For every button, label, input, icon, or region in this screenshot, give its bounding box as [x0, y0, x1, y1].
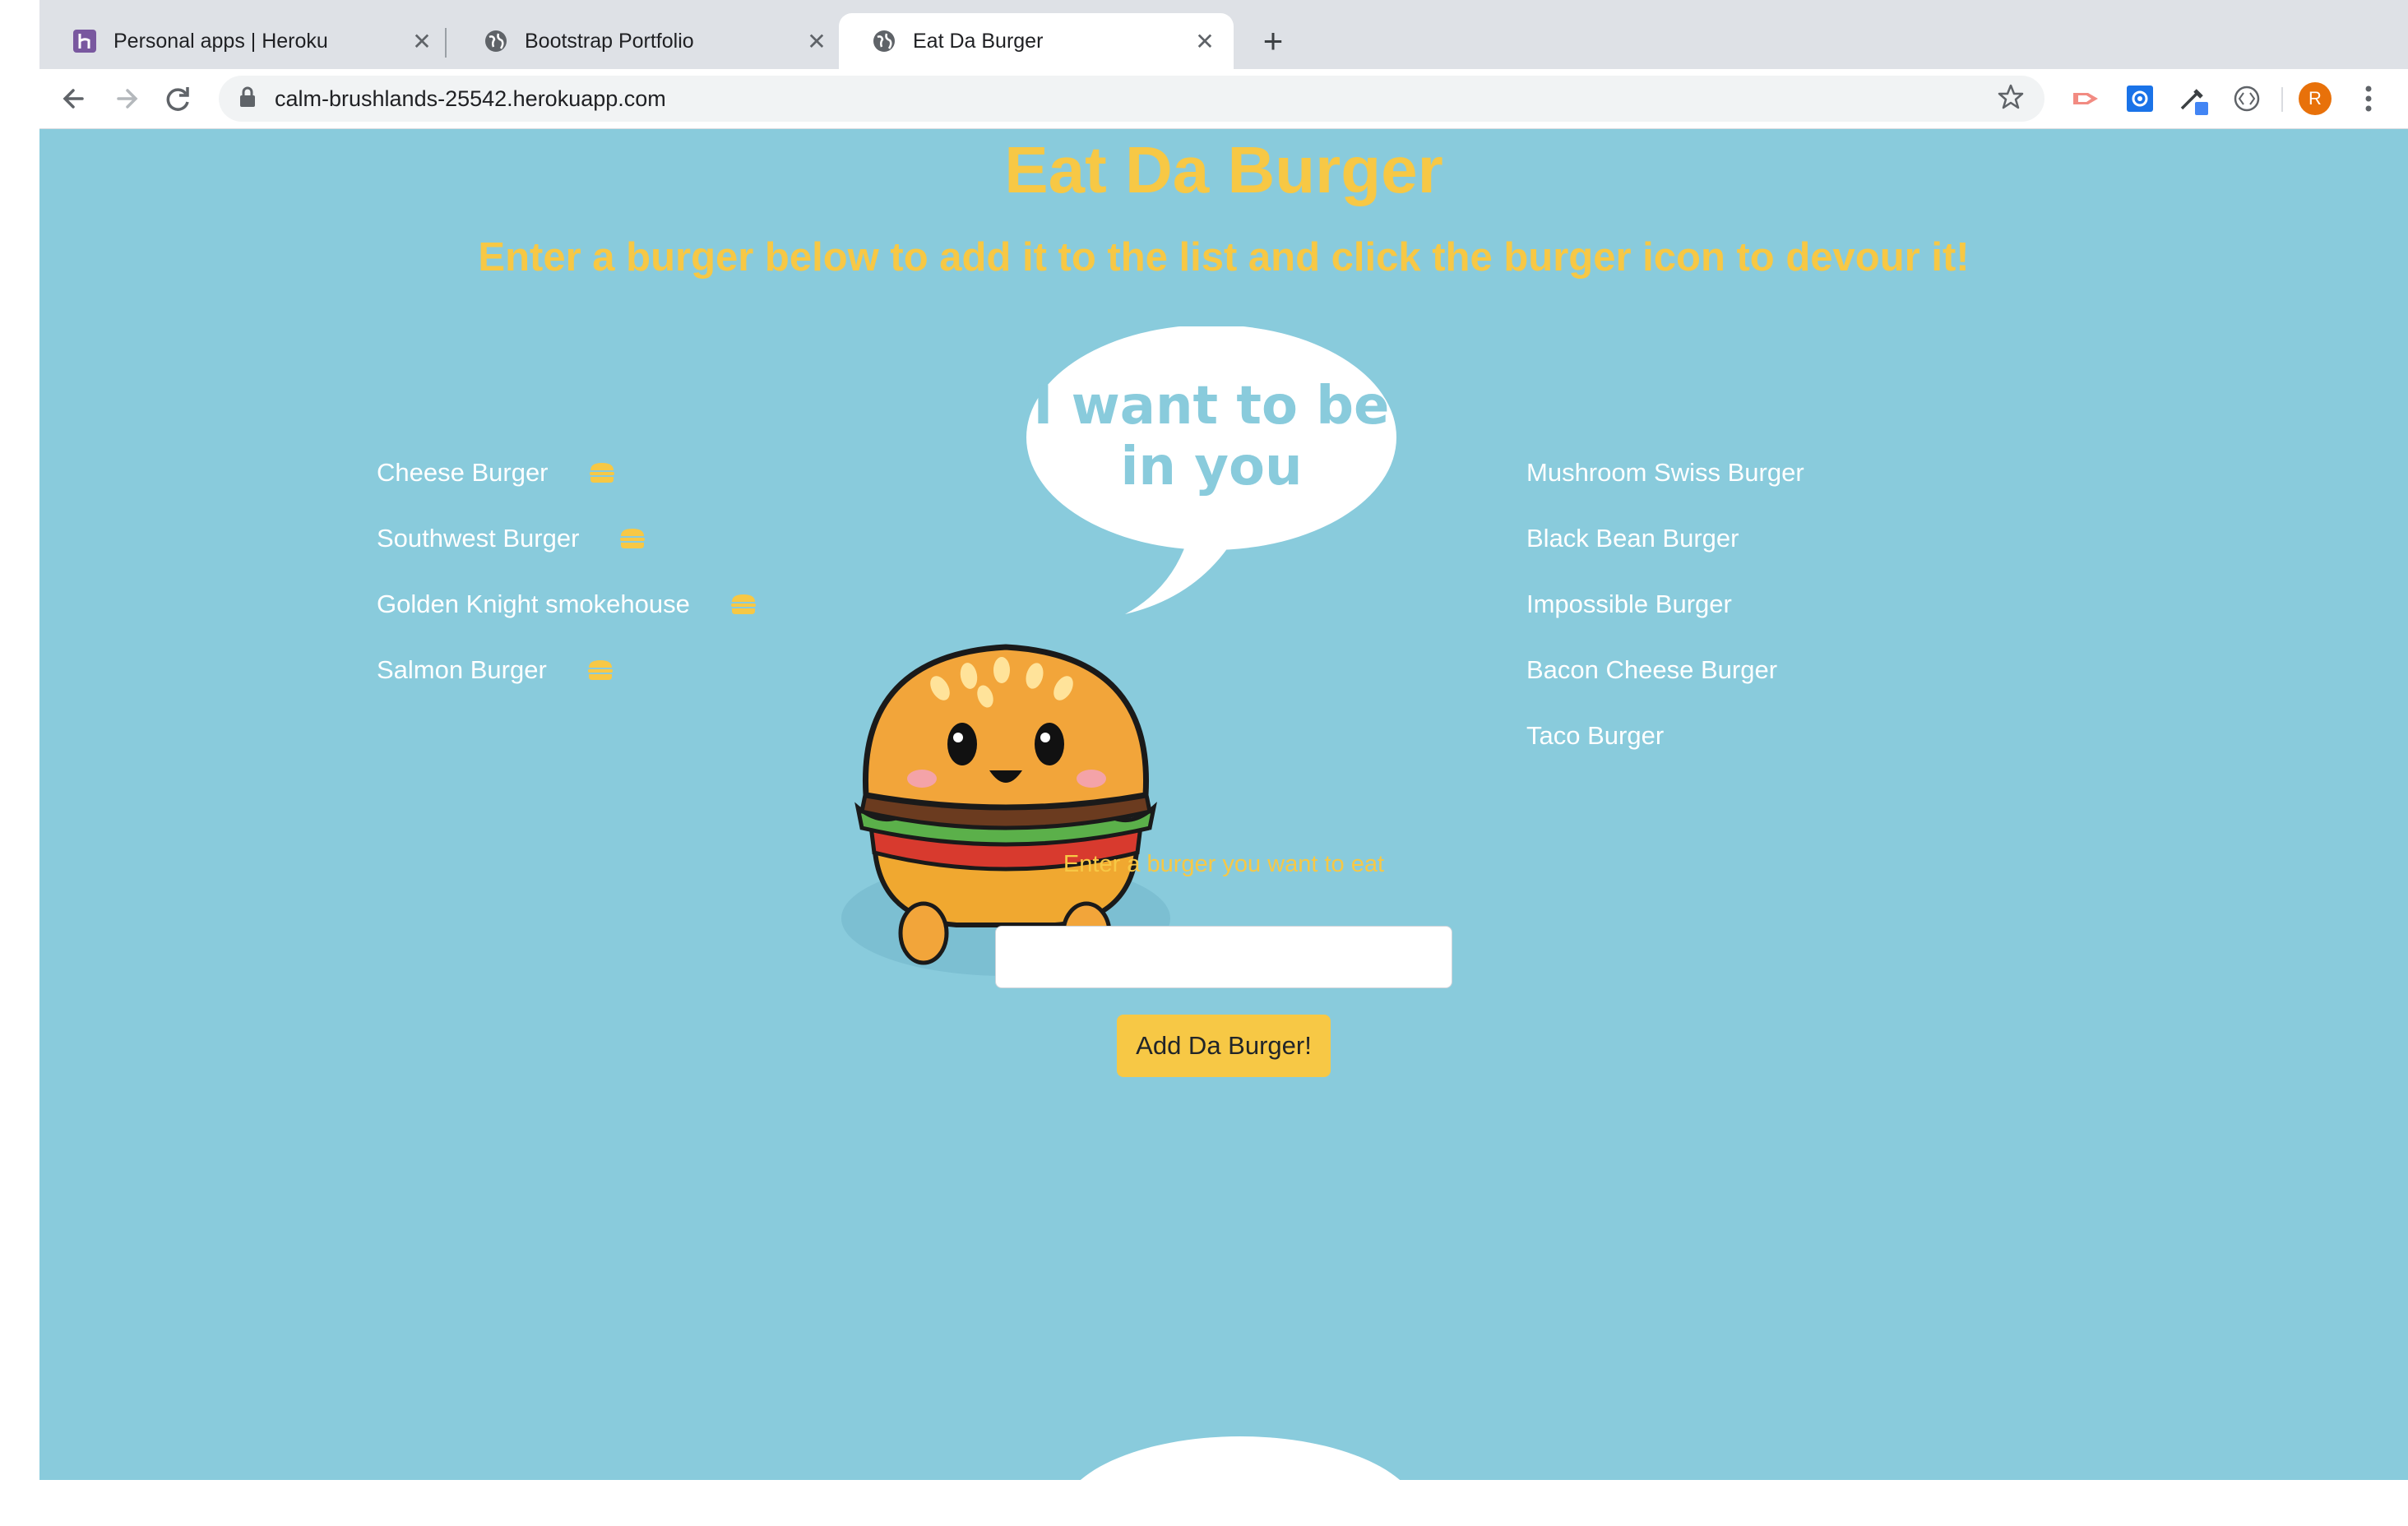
devoured-burger-item: Impossible Burger: [1526, 590, 1732, 618]
extension-red-icon[interactable]: [2068, 81, 2105, 117]
tab-eat-da-burger[interactable]: Eat Da Burger ✕: [839, 13, 1234, 69]
burger-name: Cheese Burger: [377, 458, 549, 487]
extension-blue-icon[interactable]: [2122, 81, 2158, 117]
star-icon[interactable]: [1997, 83, 2025, 115]
devour-burger-icon[interactable]: [618, 527, 646, 550]
url-text: calm-brushlands-25542.herokuapp.com: [275, 86, 666, 111]
burger-input-label: Enter a burger you want to eat: [1063, 851, 1385, 877]
tab-bootstrap-portfolio[interactable]: Bootstrap Portfolio ✕: [451, 13, 845, 69]
reload-icon[interactable]: [156, 77, 199, 120]
page-subtitle: Enter a burger below to add it to the li…: [478, 235, 1970, 280]
devoured-burger-item: Bacon Cheese Burger: [1526, 655, 1778, 684]
heroku-icon: [72, 29, 97, 53]
devoured-burger-item: Mushroom Swiss Burger: [1526, 458, 1804, 487]
globe-icon: [484, 29, 508, 53]
lock-icon: [238, 86, 257, 112]
avatar-initial: R: [2299, 82, 2332, 115]
burger-name: Southwest Burger: [377, 524, 580, 553]
tab-title: Bootstrap Portfolio: [525, 29, 694, 53]
speech-bubble-line-2: in you: [1120, 437, 1302, 497]
speech-bubble-line-1: I want to be: [1034, 376, 1390, 437]
devoured-burger-list: Mushroom Swiss Burger Black Bean Burger Im…: [1526, 440, 1804, 769]
tab-title: Personal apps | Heroku: [113, 29, 328, 53]
address-bar[interactable]: calm-brushlands-25542.herokuapp.com: [219, 76, 2044, 122]
close-icon[interactable]: ✕: [804, 28, 829, 55]
forward-arrow-icon[interactable]: [105, 77, 148, 120]
browser-toolbar: calm-brushlands-25542.herokuapp.com R: [39, 69, 2408, 129]
uneaten-burger-list: Cheese Burger Southwest Burger Golden Knig…: [377, 440, 757, 703]
devoured-burger-item: Black Bean Burger: [1526, 524, 1739, 553]
devour-burger-icon[interactable]: [588, 461, 616, 484]
page-body: Eat Da Burger Enter a burger below to ad…: [39, 129, 2408, 1480]
uneaten-burger-item: Golden Knight smokehouse: [377, 571, 757, 637]
add-burger-button[interactable]: Add Da Burger!: [1117, 1015, 1331, 1077]
code-braces-icon[interactable]: [2229, 81, 2265, 117]
devour-burger-icon[interactable]: [586, 659, 614, 682]
new-tab-button[interactable]: +: [1250, 18, 1296, 64]
close-icon[interactable]: ✕: [410, 28, 434, 55]
speech-bubble-decoration: [1059, 1436, 1421, 1480]
devoured-burger-item: Taco Burger: [1526, 721, 1665, 750]
back-arrow-icon[interactable]: [53, 77, 95, 120]
devour-burger-icon[interactable]: [729, 593, 757, 616]
tab-personal-apps[interactable]: Personal apps | Heroku ✕: [39, 13, 451, 69]
page-title: Eat Da Burger: [1004, 133, 1443, 206]
tab-title: Eat Da Burger: [913, 29, 1044, 53]
profile-avatar[interactable]: R: [2297, 81, 2333, 117]
uneaten-burger-item: Cheese Burger: [377, 440, 757, 506]
uneaten-burger-item: Salmon Burger: [377, 637, 757, 703]
close-icon[interactable]: ✕: [1192, 28, 1217, 55]
globe-icon: [872, 29, 896, 53]
burger-name: Salmon Burger: [377, 655, 547, 684]
burger-name-input[interactable]: [995, 926, 1452, 988]
more-menu-icon[interactable]: [2350, 81, 2387, 117]
toolbar-separator: [2281, 87, 2283, 112]
burger-name: Golden Knight smokehouse: [377, 590, 690, 618]
eyedropper-icon[interactable]: [2175, 81, 2211, 117]
tab-separator: [445, 28, 447, 58]
uneaten-burger-item: Southwest Burger: [377, 506, 757, 571]
